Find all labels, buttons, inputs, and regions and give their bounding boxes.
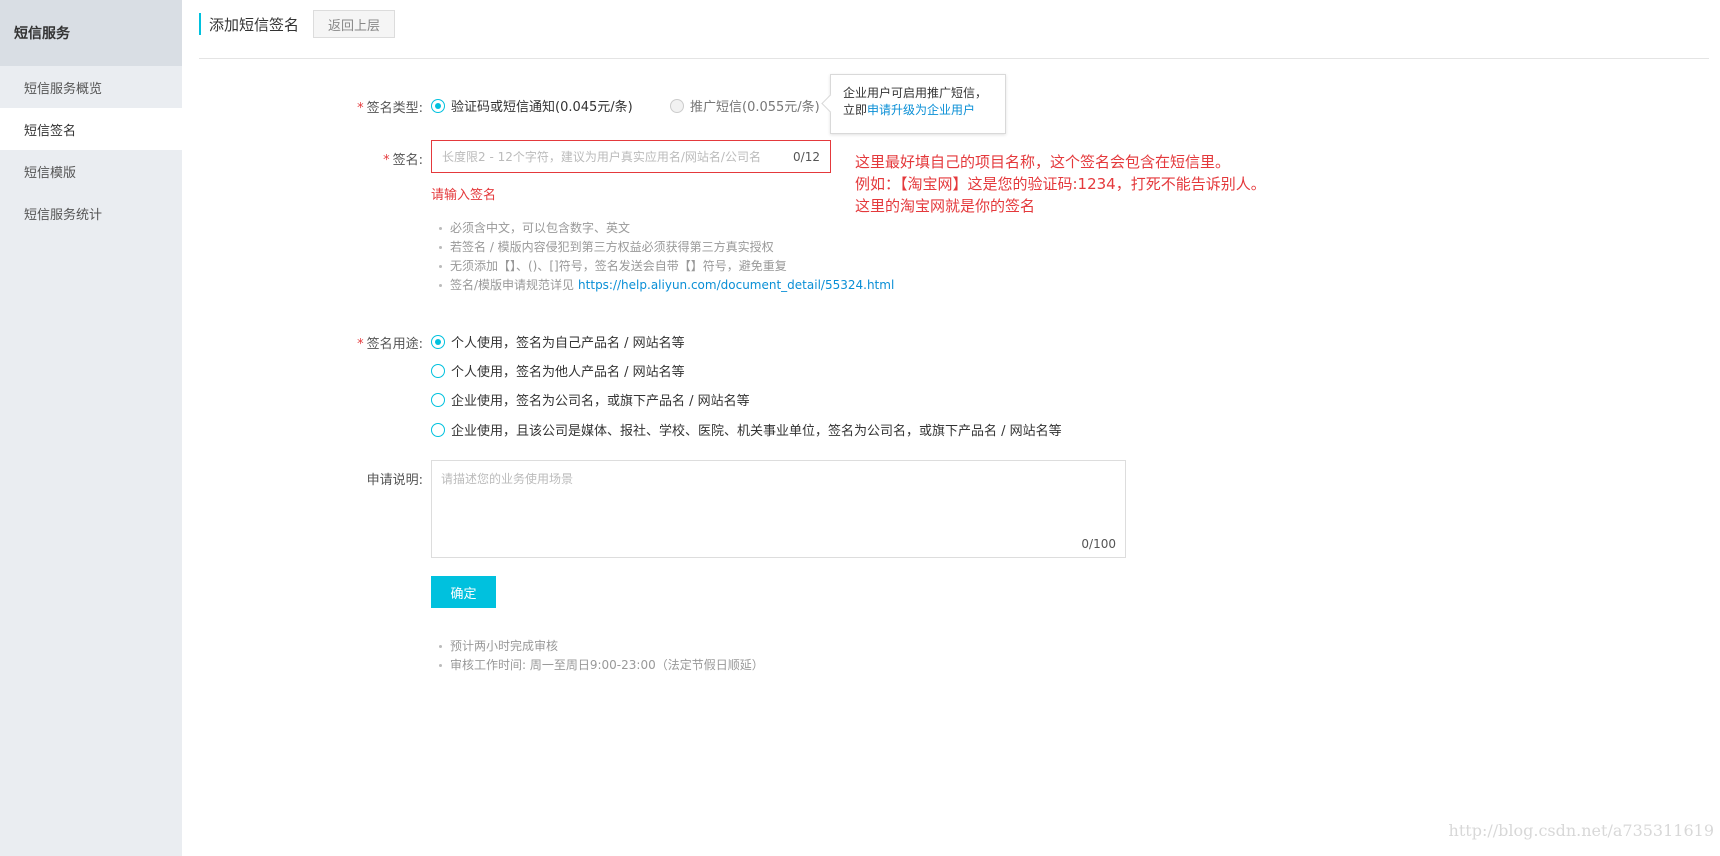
signature-label: * 签名:: [303, 149, 423, 168]
usage-option-2[interactable]: 个人使用，签名为他人产品名 / 网站名等: [431, 361, 685, 380]
tip-text: 签名/模版申请规范详见: [450, 278, 575, 292]
usage-option-label: 个人使用，签名为自己产品名 / 网站名等: [451, 336, 685, 351]
description-textarea[interactable]: 请描述您的业务使用场景 0/100: [431, 460, 1126, 558]
sig-type-option-promotion-label: 推广短信(0.055元/条): [690, 100, 820, 115]
bullet-icon: [439, 664, 442, 667]
usage-option-label: 个人使用，签名为他人产品名 / 网站名等: [451, 365, 685, 380]
sig-type-label-text: 签名类型:: [366, 101, 423, 116]
confirm-button[interactable]: 确定: [431, 576, 496, 608]
radio-icon[interactable]: [431, 422, 445, 437]
tip-text: 必须含中文，可以包含数字、英文: [450, 221, 631, 235]
annotation-line1: 这里最好填自己的项目名称，这个签名会包含在短信里。: [855, 153, 1231, 171]
header-divider: [199, 58, 1709, 59]
usage-option-label: 企业使用，签名为公司名，或旗下产品名 / 网站名等: [451, 394, 750, 409]
tip-item: 预计两小时完成审核: [431, 637, 764, 656]
radio-disabled-icon: [670, 98, 684, 113]
usage-option-3[interactable]: 企业使用，签名为公司名，或旗下产品名 / 网站名等: [431, 390, 750, 409]
bullet-icon: [439, 265, 442, 268]
help-doc-link[interactable]: https://help.aliyun.com/document_detail/…: [578, 276, 894, 295]
signature-label-text: 签名:: [392, 153, 423, 168]
tip-item: 必须含中文，可以包含数字、英文: [431, 219, 894, 238]
watermark: http://blog.csdn.net/a735311619: [1448, 821, 1714, 840]
annotation-line3: 这里的淘宝网就是你的签名: [855, 197, 1036, 215]
usage-option-4[interactable]: 企业使用，且该公司是媒体、报社、学校、医院、机关事业单位，签名为公司名，或旗下产…: [431, 420, 1062, 439]
sig-type-label: * 签名类型:: [303, 97, 423, 116]
usage-label: * 签名用途:: [303, 333, 423, 352]
tip-text: 若签名 / 模版内容侵犯到第三方权益必须获得第三方真实授权: [450, 240, 774, 254]
sidebar: 短信服务 短信服务概览 短信签名 短信模版 短信服务统计: [0, 0, 182, 856]
signature-char-count: 0/12: [793, 149, 820, 164]
radio-icon[interactable]: [431, 392, 445, 407]
sig-type-option-notification[interactable]: 验证码或短信通知(0.045元/条): [431, 96, 633, 115]
description-label: 申请说明:: [366, 473, 423, 488]
sidebar-item-statistics[interactable]: 短信服务统计: [0, 192, 182, 234]
signature-error: 请输入签名: [431, 188, 497, 203]
usage-option-1[interactable]: 个人使用，签名为自己产品名 / 网站名等: [431, 332, 685, 351]
usage-option-label: 企业使用，且该公司是媒体、报社、学校、医院、机关事业单位，签名为公司名，或旗下产…: [451, 424, 1062, 439]
upgrade-link[interactable]: 申请升级为企业用户: [867, 103, 975, 117]
tip-item: 无须添加【】、()、[]符号，签名发送会自带【】符号，避免重复: [431, 257, 894, 276]
tooltip-prefix: 立即: [843, 103, 868, 117]
annotation-note: 这里最好填自己的项目名称，这个签名会包含在短信里。 例如：【淘宝网】这是您的验证…: [855, 151, 1266, 217]
page-title: 添加短信签名: [209, 15, 300, 34]
usage-label-text: 签名用途:: [366, 337, 423, 352]
sig-type-option-notification-label: 验证码或短信通知(0.045元/条): [451, 100, 633, 115]
required-mark: *: [383, 153, 390, 168]
sidebar-item-overview[interactable]: 短信服务概览: [0, 66, 182, 108]
required-mark: *: [357, 337, 364, 352]
tooltip-line1: 企业用户可启用推广短信，: [843, 86, 988, 100]
page-header: 添加短信签名 返回上层: [199, 10, 396, 38]
radio-checked-icon[interactable]: [431, 334, 445, 349]
bullet-icon: [439, 284, 442, 287]
bullet-icon: [439, 645, 442, 648]
sig-type-option-promotion: 推广短信(0.055元/条): [670, 96, 820, 115]
bullet-icon: [439, 227, 442, 230]
tip-item: 审核工作时间: 周一至周日9:00-23:00（法定节假日顺延）: [431, 656, 764, 675]
signature-tips: 必须含中文，可以包含数字、英文 若签名 / 模版内容侵犯到第三方权益必须获得第三…: [431, 219, 894, 295]
signature-input[interactable]: 长度限2 - 12个字符，建议为用户真实应用名/网站名/公司名 0/12: [431, 140, 831, 173]
radio-icon[interactable]: [431, 363, 445, 378]
review-tips: 预计两小时完成审核 审核工作时间: 周一至周日9:00-23:00（法定节假日顺…: [431, 637, 764, 675]
tip-text: 审核工作时间: 周一至周日9:00-23:00（法定节假日顺延）: [450, 658, 764, 672]
sidebar-item-signature[interactable]: 短信签名: [0, 108, 182, 150]
tip-text: 预计两小时完成审核: [450, 639, 559, 653]
required-mark: *: [357, 101, 364, 116]
upgrade-tooltip: 企业用户可启用推广短信， 立即申请升级为企业用户: [830, 74, 1006, 134]
signature-placeholder: 长度限2 - 12个字符，建议为用户真实应用名/网站名/公司名: [442, 150, 761, 164]
title-accent-bar: [199, 13, 201, 35]
tip-text: 无须添加【】、()、[]符号，签名发送会自带【】符号，避免重复: [450, 259, 787, 273]
tip-item: 签名/模版申请规范详见 https://help.aliyun.com/docum…: [431, 276, 894, 295]
sidebar-header: 短信服务: [0, 0, 182, 66]
description-placeholder: 请描述您的业务使用场景: [441, 472, 574, 486]
radio-checked-icon[interactable]: [431, 98, 445, 113]
sidebar-item-template[interactable]: 短信模版: [0, 150, 182, 192]
back-button[interactable]: 返回上层: [313, 10, 396, 38]
annotation-line2: 例如：【淘宝网】这是您的验证码:1234，打死不能告诉别人。: [855, 175, 1266, 193]
description-char-count: 0/100: [1081, 537, 1116, 551]
bullet-icon: [439, 246, 442, 249]
tip-item: 若签名 / 模版内容侵犯到第三方权益必须获得第三方真实授权: [431, 238, 894, 257]
